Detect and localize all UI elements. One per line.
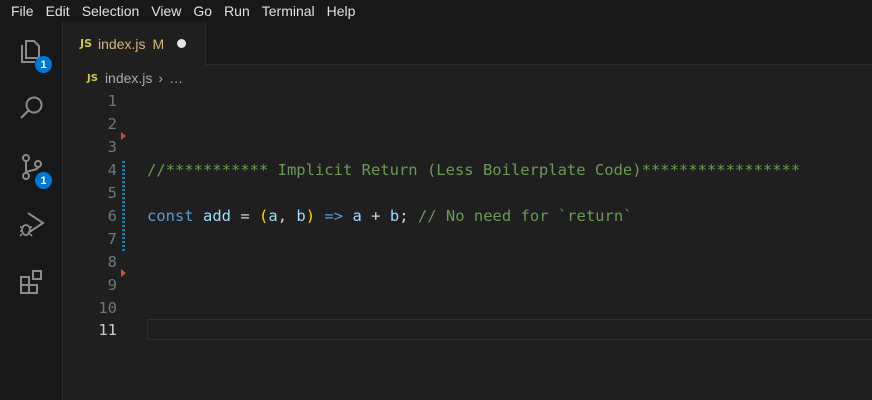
code-line: 3 <box>63 136 872 159</box>
line-number: 6 <box>107 207 117 225</box>
menu-go[interactable]: Go <box>187 0 218 22</box>
identifier-token: add <box>203 207 232 225</box>
tab-modified-status: M <box>152 35 165 52</box>
comment-text: // No need for `return` <box>417 207 633 225</box>
code-line: 6 const add = (a, b) => a + b; // No nee… <box>63 205 872 228</box>
line-number: 7 <box>107 230 117 248</box>
comment-text: //*********** Implicit Return (Less Boil… <box>147 161 801 179</box>
menu-file[interactable]: File <box>0 0 40 22</box>
extensions-button[interactable] <box>0 258 63 306</box>
code-line: 11 <box>63 319 872 342</box>
tab-index-js[interactable]: JS index.js M <box>63 22 206 65</box>
breadcrumb-symbols[interactable]: … <box>169 70 183 86</box>
line-number: 5 <box>107 184 117 202</box>
editor-tab-bar: JS index.js M <box>63 22 872 65</box>
line-number: 1 <box>107 92 117 110</box>
code-line: 10 <box>63 297 872 320</box>
keyword-token: const <box>147 207 194 225</box>
menu-bar: File Edit Selection View Go Run Terminal… <box>0 0 872 22</box>
menu-selection[interactable]: Selection <box>76 0 146 22</box>
chevron-right-icon: › <box>158 70 164 86</box>
javascript-file-icon: JS <box>87 72 98 84</box>
breadcrumb-file[interactable]: index.js <box>105 70 152 86</box>
menu-run[interactable]: Run <box>218 0 256 22</box>
identifier-token: b <box>389 207 400 225</box>
paren-token: ( <box>259 207 269 225</box>
code-line: 1 <box>63 90 872 113</box>
run-debug-button[interactable] <box>0 200 63 248</box>
line-number: 10 <box>98 299 117 317</box>
extensions-icon <box>19 270 42 294</box>
activity-bar: 1 1 <box>0 22 63 400</box>
code-statement: const add = (a, b) => a + b; // No need … <box>147 205 633 228</box>
source-control-button[interactable]: 1 <box>0 143 63 191</box>
line-number: 8 <box>107 253 117 271</box>
code-line: 8 <box>63 251 872 274</box>
explorer-button[interactable]: 1 <box>0 27 63 75</box>
code-line: 7 <box>63 228 872 251</box>
arrow-token: => <box>324 207 344 225</box>
identifier-token: a <box>352 207 362 225</box>
code-editor[interactable]: 1 2 3 4 //*********** Implicit Return (L… <box>63 90 872 400</box>
menu-help[interactable]: Help <box>321 0 362 22</box>
breadcrumb: JS index.js › … <box>87 68 183 88</box>
search-button[interactable] <box>0 84 63 132</box>
javascript-file-icon: JS <box>80 37 93 50</box>
explorer-badge: 1 <box>35 56 52 73</box>
line-number: 4 <box>107 161 117 179</box>
menu-terminal[interactable]: Terminal <box>256 0 321 22</box>
code-line: 9 <box>63 274 872 297</box>
param-token: a <box>268 207 278 225</box>
run-debug-icon <box>18 212 45 237</box>
code-line: 4 //*********** Implicit Return (Less Bo… <box>63 159 872 182</box>
paren-token: ) <box>305 207 316 225</box>
line-number: 9 <box>107 276 117 294</box>
operator-token: + <box>371 207 381 225</box>
param-token: b <box>296 207 306 225</box>
line-number: 3 <box>107 138 117 156</box>
code-line: 2 <box>63 113 872 136</box>
menu-view[interactable]: View <box>145 0 187 22</box>
tab-filename: index.js <box>98 35 146 52</box>
code-line: 5 <box>63 182 872 205</box>
comma-token: , <box>277 207 288 225</box>
semicolon-token: ; <box>399 207 409 225</box>
line-number: 2 <box>107 115 117 133</box>
source-control-badge: 1 <box>35 172 52 189</box>
search-icon <box>19 96 42 119</box>
unsaved-dot-icon[interactable] <box>177 39 187 48</box>
operator-token: = <box>240 207 250 225</box>
line-number: 11 <box>98 321 117 339</box>
menu-edit[interactable]: Edit <box>40 0 76 22</box>
